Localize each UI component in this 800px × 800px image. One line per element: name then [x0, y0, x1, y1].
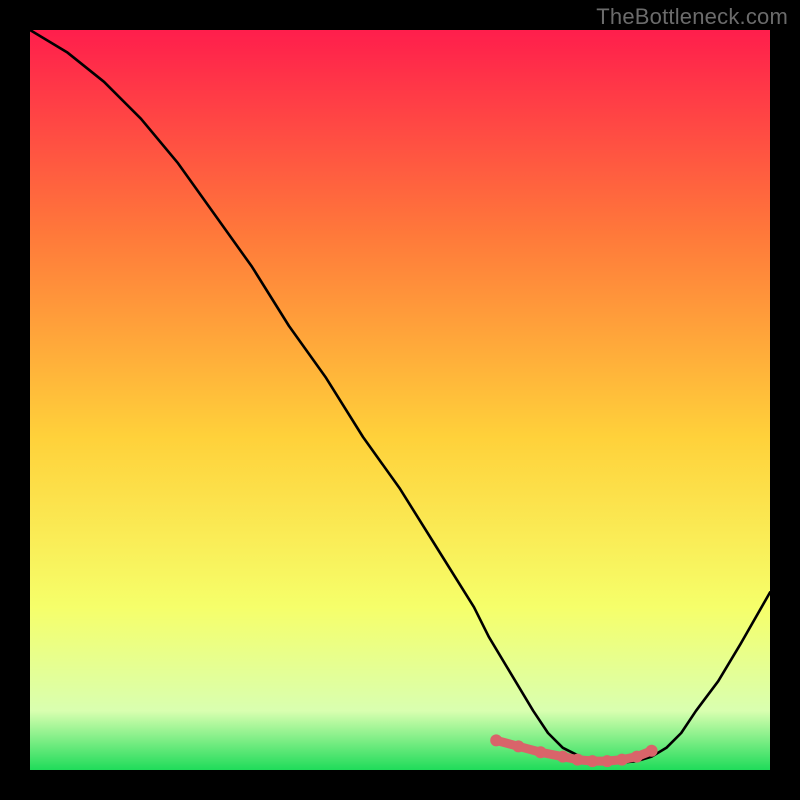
optimal-marker-dot — [586, 755, 598, 767]
optimal-marker-dot — [557, 751, 569, 763]
optimal-marker-dot — [512, 740, 524, 752]
plot-area — [30, 30, 770, 770]
optimal-marker-dot — [616, 754, 628, 766]
watermark-text: TheBottleneck.com — [596, 4, 788, 30]
gradient-background — [30, 30, 770, 770]
optimal-marker-dot — [572, 754, 584, 766]
chart-svg — [30, 30, 770, 770]
chart-frame: TheBottleneck.com — [0, 0, 800, 800]
optimal-marker-dot — [490, 734, 502, 746]
optimal-marker-dot — [631, 751, 643, 763]
optimal-marker-dot — [646, 745, 658, 757]
optimal-marker-dot — [535, 746, 547, 758]
optimal-marker-dot — [601, 755, 613, 767]
